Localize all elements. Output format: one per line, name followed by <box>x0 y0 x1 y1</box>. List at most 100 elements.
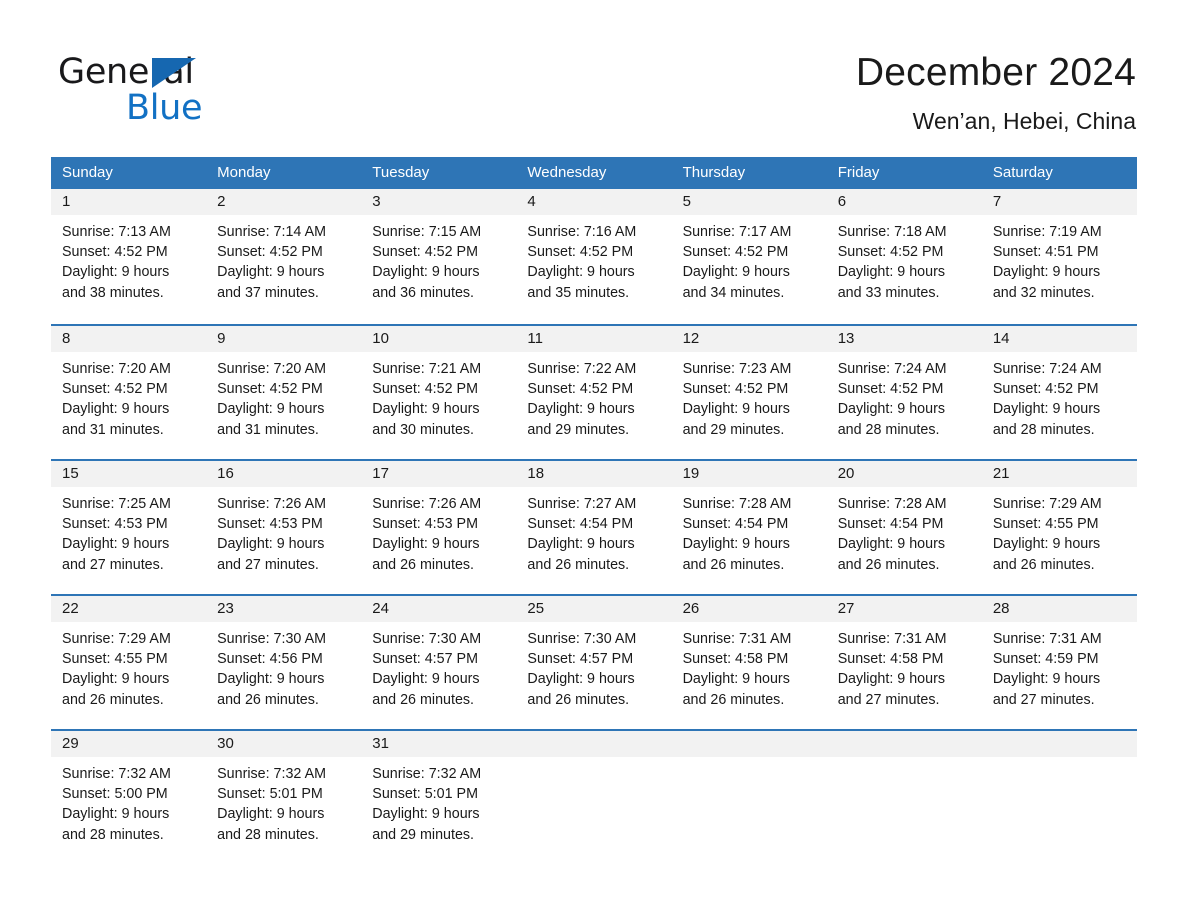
sunrise-text: Sunrise: 7:19 AM <box>992 224 1102 240</box>
day-details: Sunrise: 7:14 AM Sunset: 4:52 PM Daylight:… <box>206 215 361 303</box>
day-cell[interactable]: 3 Sunrise: 7:15 AM Sunset: 4:52 PM Daylight… <box>361 189 517 311</box>
daylight-text-line2: and 38 minutes. <box>62 284 164 301</box>
daylight-text-line1: Daylight: 9 hours <box>372 401 480 418</box>
daylight-text-line2: and 28 minutes. <box>62 826 164 843</box>
day-cell[interactable]: 21 Sunrise: 7:29 AM Sunset: 4:55 PM Dayligh… <box>981 461 1137 583</box>
day-cell[interactable]: 6 Sunrise: 7:18 AM Sunset: 4:52 PM Daylight… <box>826 189 982 311</box>
day-number: 6 <box>826 189 982 215</box>
daylight-text-line2: and 33 minutes. <box>837 284 940 301</box>
day-number: 10 <box>361 326 517 352</box>
day-details: Sunrise: 7:22 AM Sunset: 4:52 PM Daylight:… <box>516 352 671 440</box>
day-cell[interactable]: 31 Sunrise: 7:32 AM Sunset: 5:01 PM Dayligh… <box>361 731 517 853</box>
sunset-text: Sunset: 4:52 PM <box>217 381 323 398</box>
weekday-header-saturday: Saturday <box>992 164 1053 181</box>
day-cell[interactable]: 2 Sunrise: 7:14 AM Sunset: 4:52 PM Daylight… <box>206 189 362 311</box>
day-cell[interactable]: 23 Sunrise: 7:30 AM Sunset: 4:56 PM Dayligh… <box>206 596 362 718</box>
day-cell[interactable]: 15 Sunrise: 7:25 AM Sunset: 4:53 PM Dayligh… <box>51 461 207 583</box>
day-number: 26 <box>671 596 827 622</box>
sunrise-text: Sunrise: 7:26 AM <box>217 496 327 512</box>
day-cell[interactable]: 1 Sunrise: 7:13 AM Sunset: 4:52 PM Daylight… <box>51 189 207 311</box>
day-cell[interactable]: 30 Sunrise: 7:32 AM Sunset: 5:01 PM Dayligh… <box>206 731 362 853</box>
day-cell-empty <box>671 731 827 853</box>
daylight-text-line2: and 27 minutes. <box>837 691 940 708</box>
weekday-header-sunday: Sunday <box>62 164 113 181</box>
sunrise-text: Sunrise: 7:18 AM <box>837 224 947 240</box>
day-cell[interactable]: 17 Sunrise: 7:26 AM Sunset: 4:53 PM Dayligh… <box>361 461 517 583</box>
sunset-text: Sunset: 4:54 PM <box>527 516 634 533</box>
day-details: Sunrise: 7:17 AM Sunset: 4:52 PM Daylight:… <box>672 215 827 303</box>
day-cell[interactable]: 27 Sunrise: 7:31 AM Sunset: 4:58 PM Dayligh… <box>826 596 982 718</box>
day-cell[interactable]: 14 Sunrise: 7:24 AM Sunset: 4:52 PM Dayligh… <box>981 326 1137 448</box>
daylight-text-line2: and 28 minutes. <box>837 421 940 438</box>
day-details <box>672 757 827 764</box>
sunset-text: Sunset: 4:56 PM <box>217 651 323 668</box>
sunset-text: Sunset: 4:52 PM <box>682 381 789 398</box>
day-details: Sunrise: 7:16 AM Sunset: 4:52 PM Daylight:… <box>516 215 671 303</box>
title-block: December 2024 Wen’an, Hebei, China <box>856 48 1136 135</box>
sunset-text: Sunset: 5:01 PM <box>217 786 323 803</box>
day-cell[interactable]: 29 Sunrise: 7:32 AM Sunset: 5:00 PM Dayligh… <box>51 731 207 853</box>
day-number <box>826 731 982 757</box>
daylight-text-line2: and 26 minutes. <box>527 556 630 573</box>
daylight-text-line1: Daylight: 9 hours <box>217 401 325 418</box>
weekday-header-thursday: Thursday <box>682 164 746 181</box>
day-cell[interactable]: 4 Sunrise: 7:16 AM Sunset: 4:52 PM Daylight… <box>516 189 672 311</box>
day-cell[interactable]: 20 Sunrise: 7:28 AM Sunset: 4:54 PM Dayligh… <box>826 461 982 583</box>
generalblue-logo[interactable]: General Blue <box>58 52 258 128</box>
daylight-text-line2: and 34 minutes. <box>682 284 785 301</box>
sunset-text: Sunset: 4:52 PM <box>837 381 944 398</box>
sunrise-text: Sunrise: 7:27 AM <box>527 496 637 512</box>
day-cell[interactable]: 12 Sunrise: 7:23 AM Sunset: 4:52 PM Dayligh… <box>671 326 827 448</box>
day-cell[interactable]: 25 Sunrise: 7:30 AM Sunset: 4:57 PM Dayligh… <box>516 596 672 718</box>
sunrise-text: Sunrise: 7:30 AM <box>217 631 327 647</box>
daylight-text-line1: Daylight: 9 hours <box>372 536 480 553</box>
location-subtitle: Wen’an, Hebei, China <box>912 108 1136 134</box>
daylight-text-line2: and 30 minutes. <box>372 421 475 438</box>
daylight-text-line2: and 26 minutes. <box>837 556 940 573</box>
sunset-text: Sunset: 4:57 PM <box>527 651 634 668</box>
daylight-text-line1: Daylight: 9 hours <box>527 671 635 688</box>
day-details: Sunrise: 7:31 AM Sunset: 4:58 PM Daylight:… <box>827 622 982 710</box>
sunrise-text: Sunrise: 7:28 AM <box>837 496 947 512</box>
sunset-text: Sunset: 4:52 PM <box>527 244 634 261</box>
day-cell[interactable]: 19 Sunrise: 7:28 AM Sunset: 4:54 PM Dayligh… <box>671 461 827 583</box>
sunrise-text: Sunrise: 7:17 AM <box>682 224 792 240</box>
day-number: 4 <box>516 189 672 215</box>
daylight-text-line1: Daylight: 9 hours <box>62 671 170 688</box>
day-cell[interactable]: 16 Sunrise: 7:26 AM Sunset: 4:53 PM Dayligh… <box>206 461 362 583</box>
day-cell[interactable]: 26 Sunrise: 7:31 AM Sunset: 4:58 PM Dayligh… <box>671 596 827 718</box>
sunrise-text: Sunrise: 7:30 AM <box>372 631 482 647</box>
page-title: December 2024 <box>855 51 1136 94</box>
sunrise-text: Sunrise: 7:30 AM <box>527 631 637 647</box>
day-number: 7 <box>981 189 1137 215</box>
sunset-text: Sunset: 4:53 PM <box>372 516 478 533</box>
sunset-text: Sunset: 4:57 PM <box>372 651 478 668</box>
day-cell[interactable]: 11 Sunrise: 7:22 AM Sunset: 4:52 PM Dayligh… <box>516 326 672 448</box>
day-cell[interactable]: 22 Sunrise: 7:29 AM Sunset: 4:55 PM Dayligh… <box>51 596 207 718</box>
sunset-text: Sunset: 4:52 PM <box>62 381 168 398</box>
day-cell[interactable]: 5 Sunrise: 7:17 AM Sunset: 4:52 PM Daylight… <box>671 189 827 311</box>
sunrise-text: Sunrise: 7:24 AM <box>992 361 1102 377</box>
day-cell[interactable]: 9 Sunrise: 7:20 AM Sunset: 4:52 PM Daylight… <box>206 326 362 448</box>
day-cell[interactable]: 28 Sunrise: 7:31 AM Sunset: 4:59 PM Dayligh… <box>981 596 1137 718</box>
daylight-text-line2: and 29 minutes. <box>527 421 630 438</box>
daylight-text-line1: Daylight: 9 hours <box>372 806 480 823</box>
day-number: 28 <box>981 596 1137 622</box>
week-row: 1 Sunrise: 7:13 AM Sunset: 4:52 PM Daylight… <box>51 189 1137 311</box>
day-number: 23 <box>206 596 362 622</box>
daylight-text-line2: and 27 minutes. <box>217 556 319 573</box>
sunrise-text: Sunrise: 7:31 AM <box>682 631 792 647</box>
day-cell[interactable]: 10 Sunrise: 7:21 AM Sunset: 4:52 PM Dayligh… <box>361 326 517 448</box>
day-cell[interactable]: 8 Sunrise: 7:20 AM Sunset: 4:52 PM Daylight… <box>51 326 207 448</box>
day-cell[interactable]: 24 Sunrise: 7:30 AM Sunset: 4:57 PM Dayligh… <box>361 596 517 718</box>
day-details: Sunrise: 7:31 AM Sunset: 4:58 PM Daylight:… <box>672 622 827 710</box>
day-details: Sunrise: 7:23 AM Sunset: 4:52 PM Daylight:… <box>672 352 827 440</box>
day-cell[interactable]: 7 Sunrise: 7:19 AM Sunset: 4:51 PM Daylight… <box>981 189 1137 311</box>
sunset-text: Sunset: 4:52 PM <box>527 381 634 398</box>
day-number: 29 <box>51 731 207 757</box>
daylight-text-line2: and 36 minutes. <box>372 284 475 301</box>
day-cell[interactable]: 13 Sunrise: 7:24 AM Sunset: 4:52 PM Dayligh… <box>826 326 982 448</box>
day-cell[interactable]: 18 Sunrise: 7:27 AM Sunset: 4:54 PM Dayligh… <box>516 461 672 583</box>
day-details: Sunrise: 7:21 AM Sunset: 4:52 PM Daylight:… <box>361 352 516 440</box>
day-number: 14 <box>981 326 1137 352</box>
